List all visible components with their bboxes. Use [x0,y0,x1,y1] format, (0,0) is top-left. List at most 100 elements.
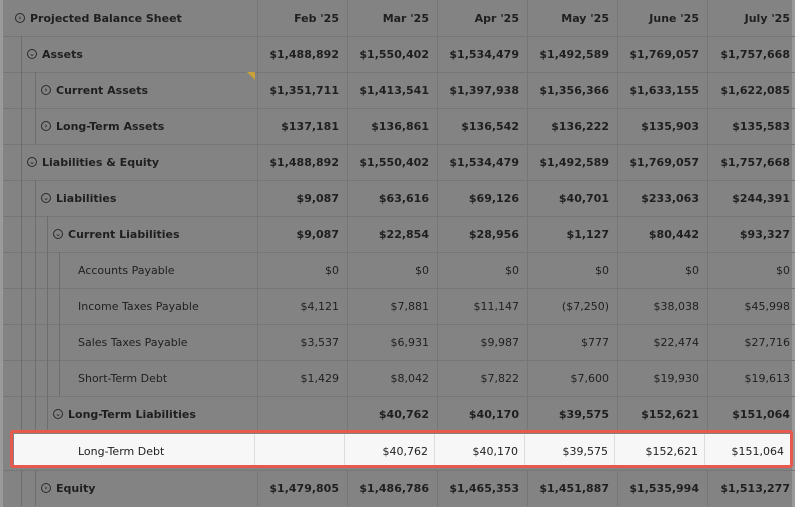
value-cell[interactable]: $135,583 [707,108,795,144]
row-label-sales-taxes-payable[interactable]: Sales Taxes Payable [3,324,257,360]
header-title-cell[interactable]: › Projected Balance Sheet [3,0,257,36]
value-cell[interactable]: $0 [257,252,347,288]
value-cell[interactable]: $63,616 [347,180,437,216]
value-cell[interactable]: $11,147 [437,288,527,324]
value-cell[interactable]: $1,351,711 [257,72,347,108]
chevron-down-circle-icon[interactable]: ⌄ [53,409,63,419]
value-cell[interactable]: $22,854 [347,216,437,252]
chevron-down-circle-icon[interactable]: ⌄ [41,193,51,203]
chevron-right-circle-icon[interactable]: › [41,121,51,131]
month-header-apr[interactable]: Apr '25 [437,0,527,36]
month-header-july[interactable]: July '25 [707,0,795,36]
value-cell[interactable]: $1,513,277 [707,470,795,506]
value-cell[interactable]: $80,442 [617,216,707,252]
value-cell[interactable]: $7,822 [437,360,527,396]
value-cell[interactable]: $40,701 [527,180,617,216]
value-cell[interactable]: $0 [527,252,617,288]
value-cell[interactable]: $8,042 [347,360,437,396]
value-cell[interactable]: $1,769,057 [617,144,707,180]
value-cell[interactable]: $1,535,994 [617,470,707,506]
row-label-short-term-debt[interactable]: Short-Term Debt [3,360,257,396]
value-cell[interactable]: $45,998 [707,288,795,324]
chevron-down-circle-icon[interactable]: ⌄ [53,229,63,239]
row-label-assets[interactable]: ⌄ Assets [3,36,257,72]
value-cell[interactable]: $40,170 [437,396,527,432]
chevron-down-circle-icon[interactable]: ⌄ [27,49,37,59]
value-cell[interactable]: $0 [437,252,527,288]
value-cell[interactable]: $1,550,402 [347,144,437,180]
value-cell[interactable]: $0 [347,252,437,288]
row-label-current-liabilities[interactable]: ⌄ Current Liabilities [3,216,257,252]
value-cell[interactable]: $1,534,479 [437,36,527,72]
value-cell[interactable]: $27,716 [707,324,795,360]
value-cell[interactable]: $38,038 [617,288,707,324]
value-cell[interactable]: $39,575 [527,396,617,432]
value-cell[interactable]: $233,063 [617,180,707,216]
value-cell[interactable]: $9,087 [257,216,347,252]
value-cell[interactable]: $1,488,892 [257,36,347,72]
value-cell[interactable]: $1,769,057 [617,36,707,72]
value-cell[interactable]: $1,757,668 [707,144,795,180]
chevron-right-circle-icon[interactable]: › [41,483,51,493]
value-cell[interactable]: $1,492,589 [527,36,617,72]
value-cell[interactable]: $1,622,085 [707,72,795,108]
value-cell[interactable]: $1,356,366 [527,72,617,108]
value-cell[interactable]: $244,391 [707,180,795,216]
value-cell[interactable]: $9,087 [257,180,347,216]
value-cell[interactable]: $777 [527,324,617,360]
value-cell[interactable]: $135,903 [617,108,707,144]
value-cell[interactable]: $136,542 [437,108,527,144]
value-cell[interactable]: $19,613 [707,360,795,396]
value-cell[interactable]: $152,621 [617,396,707,432]
chevron-down-circle-icon[interactable]: ⌄ [27,157,37,167]
value-cell[interactable]: $1,479,805 [257,470,347,506]
value-cell[interactable]: $0 [617,252,707,288]
row-label-equity[interactable]: › Equity [3,470,257,506]
value-cell[interactable]: $151,064 [707,396,795,432]
month-header-mar[interactable]: Mar '25 [347,0,437,36]
value-cell[interactable]: $136,222 [527,108,617,144]
value-cell[interactable]: $0 [707,252,795,288]
value-cell[interactable]: $136,861 [347,108,437,144]
value-cell[interactable]: $28,956 [437,216,527,252]
value-cell[interactable]: $1,534,479 [437,144,527,180]
row-label-accounts-payable[interactable]: Accounts Payable [3,252,257,288]
value-cell[interactable]: $1,633,155 [617,72,707,108]
row-label-long-term-liabilities[interactable]: ⌄ Long-Term Liabilities [3,396,257,432]
value-cell[interactable]: $22,474 [617,324,707,360]
row-label-liabilities-equity[interactable]: ⌄ Liabilities & Equity [3,144,257,180]
value-cell[interactable]: $1,550,402 [347,36,437,72]
month-header-feb[interactable]: Feb '25 [257,0,347,36]
value-cell[interactable]: $7,600 [527,360,617,396]
value-cell[interactable]: $40,762 [347,396,437,432]
value-cell[interactable]: $93,327 [707,216,795,252]
month-header-may[interactable]: May '25 [527,0,617,36]
value-cell[interactable]: $1,451,887 [527,470,617,506]
row-label-income-taxes-payable[interactable]: Income Taxes Payable [3,288,257,324]
value-cell[interactable]: $1,127 [527,216,617,252]
month-header-june[interactable]: June '25 [617,0,707,36]
value-cell[interactable]: $1,757,668 [707,36,795,72]
value-cell[interactable]: $1,397,938 [437,72,527,108]
row-label-long-term-assets[interactable]: › Long-Term Assets [3,108,257,144]
value-cell[interactable]: ($7,250) [527,288,617,324]
value-cell[interactable]: $137,181 [257,108,347,144]
value-cell[interactable]: $3,537 [257,324,347,360]
chevron-right-circle-icon[interactable]: › [15,13,25,23]
value-cell[interactable]: $19,930 [617,360,707,396]
value-cell[interactable]: $4,121 [257,288,347,324]
value-cell[interactable]: $1,486,786 [347,470,437,506]
value-cell[interactable] [257,396,347,432]
value-cell[interactable]: $1,429 [257,360,347,396]
value-cell[interactable]: $1,488,892 [257,144,347,180]
value-cell[interactable]: $9,987 [437,324,527,360]
value-cell[interactable]: $1,465,353 [437,470,527,506]
chevron-right-circle-icon[interactable]: › [41,85,51,95]
row-label-current-assets[interactable]: › Current Assets [3,72,257,108]
value-cell[interactable]: $69,126 [437,180,527,216]
value-cell[interactable]: $1,413,541 [347,72,437,108]
row-label-liabilities[interactable]: ⌄ Liabilities [3,180,257,216]
value-cell[interactable]: $1,492,589 [527,144,617,180]
value-cell[interactable]: $7,881 [347,288,437,324]
value-cell[interactable]: $6,931 [347,324,437,360]
